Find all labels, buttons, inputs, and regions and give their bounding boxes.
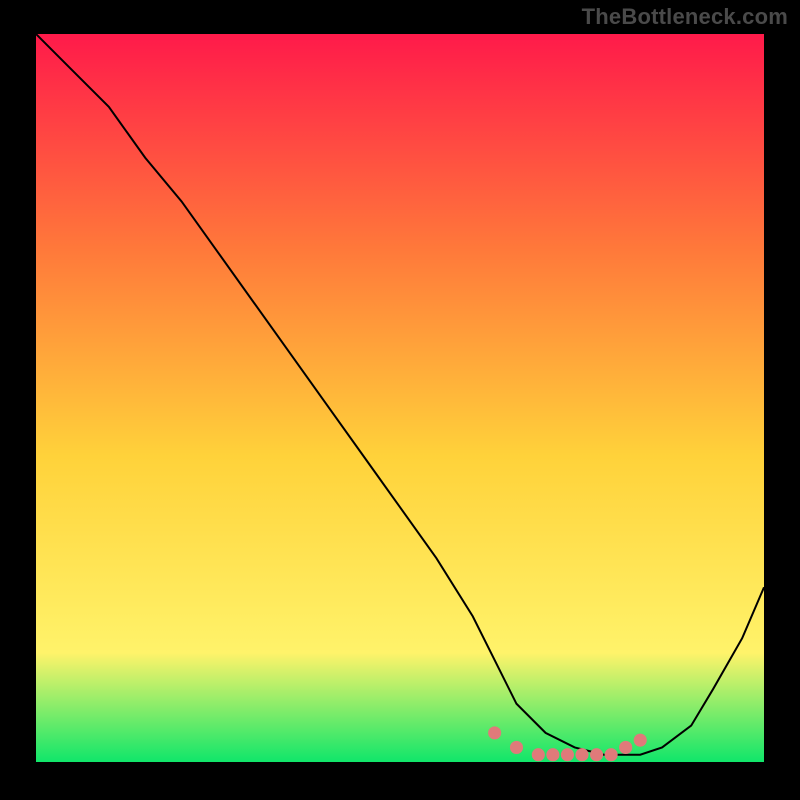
marker-dot: [488, 726, 501, 739]
watermark-text: TheBottleneck.com: [582, 4, 788, 30]
marker-dot: [590, 748, 603, 761]
marker-dot: [532, 748, 545, 761]
marker-dot: [510, 741, 523, 754]
marker-dot: [619, 741, 632, 754]
bottleneck-chart: [36, 34, 764, 762]
gradient-background: [36, 34, 764, 762]
marker-dot: [605, 748, 618, 761]
marker-dot: [546, 748, 559, 761]
chart-frame: TheBottleneck.com: [0, 0, 800, 800]
marker-dot: [575, 748, 588, 761]
marker-dot: [634, 734, 647, 747]
plot-area: [36, 34, 764, 762]
marker-dot: [561, 748, 574, 761]
